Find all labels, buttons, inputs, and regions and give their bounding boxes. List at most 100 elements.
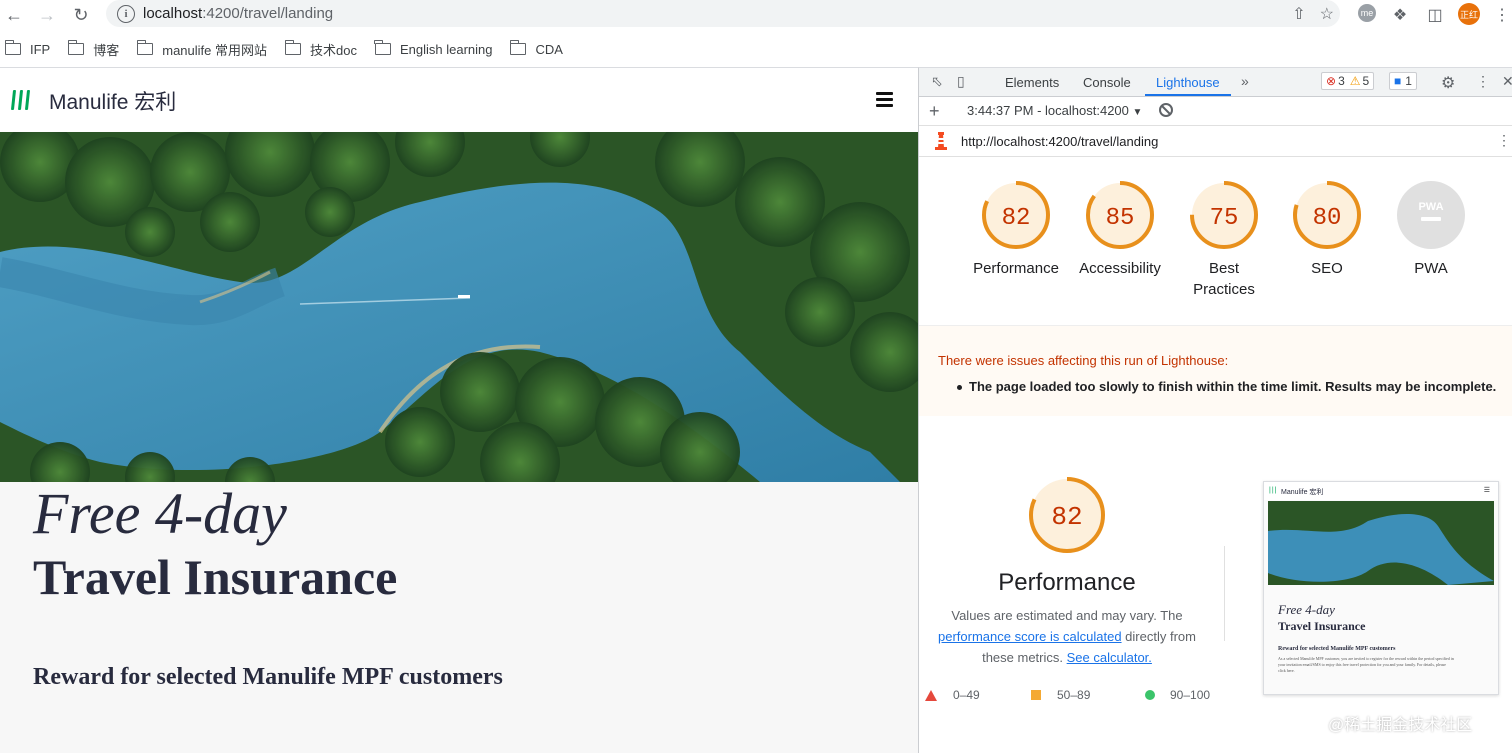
bookmark-cda[interactable]: CDA [509,40,563,57]
thumb-hero-image [1268,501,1494,585]
bookmark-techdoc[interactable]: 技术doc [284,40,357,59]
tab-lighthouse[interactable]: Lighthouse [1156,75,1220,90]
more-tabs-icon[interactable]: » [1241,73,1249,89]
score-gauges: 82 Performance 85 Accessibility 75 Best … [919,156,1512,324]
warning-title: There were issues affecting this run of … [938,353,1229,368]
bookmark-ifp[interactable]: IFP [4,40,50,57]
browser-menu-icon[interactable]: ⋮ [1490,3,1512,27]
legend-average: 50–89 [1031,688,1090,702]
tab-elements[interactable]: Elements [1005,75,1059,90]
watermark-text: @稀土掘金技术社区 [1328,717,1473,734]
performance-large-score: 82 [1051,502,1082,532]
gauge-ring-seo: 80 [1293,181,1361,249]
thumb-logo-icon: ||| [1269,487,1278,494]
legend-fail: 0–49 [925,688,980,702]
gauge-label-seo: SEO [1311,260,1343,277]
headline-bold: Travel Insurance [33,549,398,605]
bookmark-manulife[interactable]: manulife 常用网站 [136,40,267,59]
gauge-pwa[interactable]: PWA PWA [1381,180,1481,279]
gauge-ring-performance: 82 [982,181,1050,249]
side-panel-icon[interactable]: ◫ [1423,3,1447,27]
folder-icon [67,40,85,55]
site-logo-text[interactable]: Manulife 宏利 [49,86,176,116]
folder-icon [374,40,391,55]
section-divider [1224,546,1225,641]
bookmark-star-icon[interactable]: ☆ [1320,4,1334,24]
warning-item: The page loaded too slowly to finish wit… [956,379,1497,394]
gauge-label-accessibility: Accessibility [1079,260,1161,277]
share-icon[interactable]: ⇧ [1292,4,1305,24]
gauge-ring-accessibility: 85 [1086,181,1154,249]
puzzle-extensions-icon[interactable]: ❖ [1388,3,1412,27]
performance-large-gauge: 82 [1029,477,1105,553]
gauge-label-pwa: PWA [1414,260,1448,277]
gauge-ring-best-practices: 75 [1190,181,1258,249]
web-page: Manulife 宏利 [0,67,918,753]
square-average-icon [1031,690,1041,700]
gauge-label-best-practices: Best Practices [1193,260,1255,298]
performance-section: 82 Performance Values are estimated and … [919,416,1512,753]
dropdown-caret-icon: ▼ [1132,107,1143,118]
circle-pass-icon [1145,690,1155,700]
gauge-accessibility[interactable]: 85 Accessibility [1070,180,1170,279]
active-tab-indicator [1145,94,1231,96]
profile-avatar[interactable]: 正红 [1458,3,1480,25]
devtools-tabbar: ⬁ ▯ Elements Console Lighthouse » ⊗ 3 ⚠ 5 … [919,68,1512,97]
devtools-menu-icon[interactable]: ⋮ [1476,73,1490,90]
folder-icon [4,40,21,55]
gauge-seo[interactable]: 80 SEO [1277,180,1377,279]
folder-icon [136,40,154,55]
forward-arrow-icon[interactable]: → [35,3,59,27]
bookmark-english[interactable]: English learning [374,40,492,57]
back-arrow-icon[interactable]: ← [2,3,26,27]
new-report-plus-icon[interactable]: + [929,101,940,122]
see-calculator-link[interactable]: See calculator. [1067,650,1152,665]
device-toggle-icon[interactable]: ▯ [957,73,965,90]
lighthouse-url-bar: http://localhost:4200/travel/landing ⋮ [919,126,1512,157]
final-screenshot-thumbnail[interactable]: ||| Manulife 宏利 ☰ Free 4-day Travel Insu… [1263,481,1499,695]
gauge-best-practices[interactable]: 75 Best Practices [1174,180,1274,300]
devtools-panel: ⬁ ▯ Elements Console Lighthouse » ⊗ 3 ⚠ 5 … [918,67,1512,753]
extension-me-icon[interactable]: me [1358,4,1376,22]
url-text[interactable]: localhost:4200/travel/landing [143,5,333,22]
subheading: Reward for selected Manulife MPF custome… [33,664,503,690]
gauge-score-performance: 82 [1002,205,1031,232]
tab-console[interactable]: Console [1083,75,1131,90]
report-menu-icon[interactable]: ⋮ [1497,132,1511,149]
gauge-score-best-practices: 75 [1210,205,1239,232]
gauge-performance[interactable]: 82 Performance [966,180,1066,279]
close-devtools-icon[interactable]: ✕ [1502,73,1512,90]
browser-toolbar: ← → ↻ i localhost:4200/travel/landing ⇧ … [0,0,1512,30]
clear-reports-icon[interactable] [1159,103,1173,117]
legend-pass: 90–100 [1145,688,1210,702]
reload-icon[interactable]: ↻ [69,3,93,27]
folder-icon [509,40,527,55]
thumb-hamburger-icon: ☰ [1483,487,1490,494]
address-bar[interactable]: i localhost:4200/travel/landing ⇧ ☆ [106,0,1340,27]
inspect-element-icon[interactable]: ⬁ [931,73,943,90]
pwa-badge-icon: PWA [1397,181,1465,249]
performance-title: Performance [998,569,1136,596]
svg-text:PWA: PWA [1418,201,1443,213]
score-calculated-link[interactable]: performance score is calculated [938,629,1122,644]
lighthouse-logo-icon [935,132,947,150]
site-header: Manulife 宏利 [0,68,918,132]
report-url[interactable]: http://localhost:4200/travel/landing [961,134,1158,149]
lighthouse-toolbar: + 3:44:37 PM - localhost:4200 ▼ [919,97,1512,126]
bookmark-blog[interactable]: 博客 [67,40,119,59]
info-icon[interactable]: i [117,4,135,23]
lighthouse-warning: There were issues affecting this run of … [919,325,1512,416]
messages-badge[interactable]: ■ 1 [1389,72,1417,90]
hero-image [0,132,918,482]
bookmarks-bar: IFP 博客 manulife 常用网站 技术doc English learn… [0,34,1512,64]
settings-gear-icon[interactable]: ⚙ [1441,73,1455,93]
headline-italic: Free 4-day [33,481,287,546]
manulife-logo-icon[interactable] [10,90,31,110]
message-icon: ■ [1394,74,1402,88]
report-selector[interactable]: 3:44:37 PM - localhost:4200 ▼ [967,103,1142,118]
issues-badge[interactable]: ⊗ 3 ⚠ 5 [1321,72,1375,90]
gauge-score-accessibility: 85 [1106,205,1135,232]
hamburger-menu-icon[interactable] [876,92,893,110]
performance-description: Values are estimated and may vary. The p… [938,608,1196,665]
warning-icon: ⚠ [1349,74,1361,88]
